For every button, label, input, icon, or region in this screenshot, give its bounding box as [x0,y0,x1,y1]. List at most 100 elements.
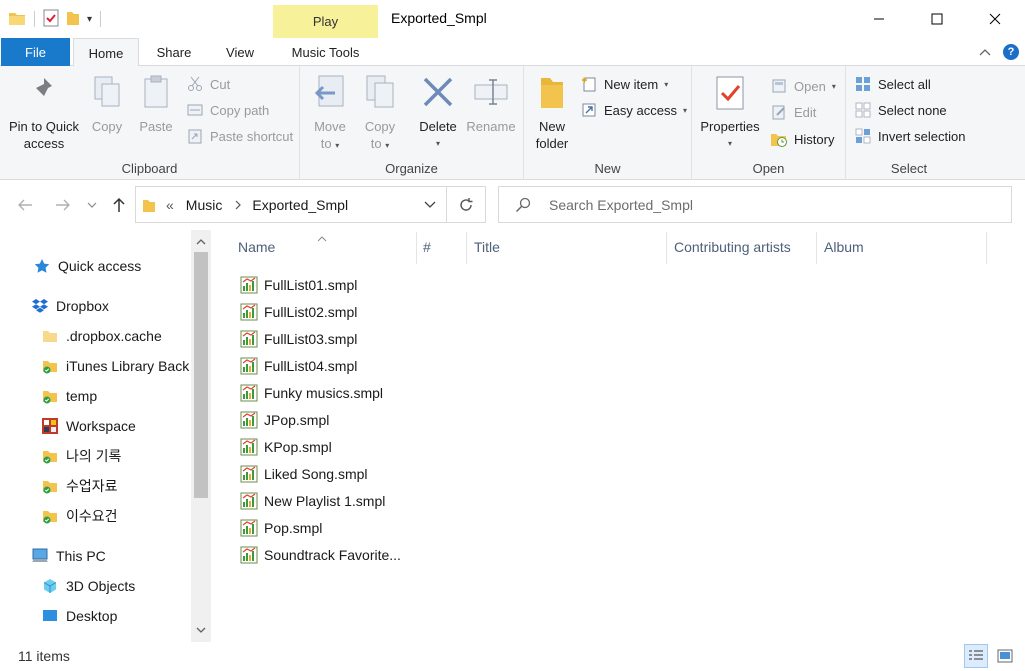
address-overflow[interactable]: « [166,197,174,213]
new-folder-icon [534,72,570,112]
rename-label: Rename [466,119,516,134]
move-to-button[interactable]: Move to ▾ [310,72,350,154]
search-placeholder[interactable]: Search Exported_Smpl [549,197,693,213]
open-label: Open [794,78,826,94]
delete-button[interactable]: Delete ▾ [414,72,462,152]
file-row[interactable]: FullList01.smpl [240,274,357,296]
synced-folder-icon [41,447,59,465]
file-name: New Playlist 1.smpl [264,493,386,509]
column-header-number[interactable]: # [423,230,431,264]
properties-icon[interactable] [43,9,59,30]
select-none-button[interactable]: Select none [854,99,947,121]
nav-dropbox-cache[interactable]: .dropbox.cache [41,327,162,345]
select-all-label: Select all [878,76,931,92]
minimize-button[interactable] [850,0,908,38]
file-row[interactable]: JPop.smpl [240,409,329,431]
close-button[interactable] [966,0,1024,38]
scroll-up-arrow-icon[interactable] [191,232,211,252]
file-row[interactable]: Soundtrack Favorite... [240,544,401,566]
nav-scrollbar[interactable] [191,230,211,642]
group-label-select: Select [890,161,928,176]
column-header-album[interactable]: Album [824,230,864,264]
back-arrow-icon[interactable] [14,194,36,216]
easy-access-button[interactable]: Easy access ▾ [580,99,687,121]
column-divider[interactable] [816,232,817,264]
paste-shortcut-button[interactable]: Paste shortcut [186,125,293,147]
nav-temp[interactable]: temp [41,387,97,405]
details-view-button[interactable] [964,644,988,668]
new-folder-icon[interactable] [65,9,81,30]
cut-button[interactable]: Cut [186,73,230,95]
nav-this-pc[interactable]: This PC [31,547,106,565]
file-row[interactable]: FullList02.smpl [240,301,357,323]
refresh-button[interactable] [446,186,486,223]
address-dropdown-chevron-icon[interactable] [424,201,436,209]
nav-my-records[interactable]: 나의 기록 [41,446,121,466]
new-folder-button[interactable]: New folder [532,72,572,152]
column-divider[interactable] [416,232,417,264]
up-arrow-icon[interactable] [108,194,130,216]
file-row[interactable]: Pop.smpl [240,517,322,539]
properties-button[interactable]: Properties ▾ [698,72,762,152]
sort-ascending-icon [317,230,327,245]
tab-file[interactable]: File [1,38,70,66]
column-header-contributing-artists[interactable]: Contributing artists [674,230,791,264]
tab-view[interactable]: View [212,38,268,66]
help-button[interactable]: ? [1002,42,1020,62]
maximize-button[interactable] [908,0,966,38]
scroll-down-arrow-icon[interactable] [191,620,211,640]
select-all-button[interactable]: Select all [854,73,931,95]
open-button[interactable]: Open ▾ [770,75,836,97]
address-bar[interactable]: « Music Exported_Smpl [135,186,447,223]
rename-button[interactable]: Rename [464,72,518,135]
copy-to-button[interactable]: Copy to ▾ [360,72,400,154]
forward-arrow-icon[interactable] [52,194,74,216]
scrollbar-thumb[interactable] [194,252,208,498]
copy-to-icon [362,72,398,112]
copy-path-button[interactable]: Copy path [186,99,269,121]
nav-itunes-library-backup[interactable]: iTunes Library Back [41,357,189,375]
breadcrumb-music[interactable]: Music [186,197,223,213]
history-button[interactable]: History [770,128,834,150]
ribbon-collapse-chevron-icon[interactable] [976,42,994,62]
contextual-tab-play[interactable]: Play [273,5,378,38]
column-divider[interactable] [986,232,987,264]
breadcrumb-exported-smpl[interactable]: Exported_Smpl [252,197,348,213]
tab-share[interactable]: Share [145,38,203,66]
nav-quick-access[interactable]: Quick access [33,257,141,275]
large-icons-view-button[interactable] [993,644,1017,668]
tab-home[interactable]: Home [73,38,139,67]
nav-3d-objects[interactable]: 3D Objects [41,577,135,595]
pin-quick-access-button[interactable]: Pin to Quick access [6,72,82,152]
file-row[interactable]: New Playlist 1.smpl [240,490,385,512]
column-divider[interactable] [466,232,467,264]
new-item-button[interactable]: New item ▾ [580,73,668,95]
file-row[interactable]: Liked Song.smpl [240,463,368,485]
edit-button[interactable]: Edit [770,101,816,123]
synced-folder-icon [41,477,59,495]
nav-dropbox[interactable]: Dropbox [31,297,109,315]
column-header-title[interactable]: Title [474,230,500,264]
file-row[interactable]: FullList03.smpl [240,328,357,350]
recent-locations-chevron-icon[interactable] [84,194,100,216]
file-name: Soundtrack Favorite... [264,547,401,563]
tab-music-tools[interactable]: Music Tools [273,38,378,66]
customize-qat-icon[interactable]: ▾ [87,14,92,25]
nav-class-materials[interactable]: 수업자료 [41,476,118,496]
nav-workspace[interactable]: Workspace [41,417,136,435]
breadcrumb-separator-icon[interactable] [234,200,242,210]
column-header-name[interactable]: Name [238,230,275,264]
playlist-file-icon [240,465,258,483]
copy-button[interactable]: Copy [86,72,128,135]
paste-button[interactable]: Paste [134,72,178,135]
nav-label: Dropbox [56,298,109,314]
invert-selection-button[interactable]: Invert selection [854,125,965,147]
search-box[interactable]: Search Exported_Smpl [498,186,1012,223]
nav-desktop[interactable]: Desktop [41,607,117,625]
column-divider[interactable] [666,232,667,264]
file-row[interactable]: KPop.smpl [240,436,332,458]
file-name: FullList01.smpl [264,277,358,293]
nav-requirements[interactable]: 이수요건 [41,506,118,526]
file-row[interactable]: FullList04.smpl [240,355,357,377]
file-row[interactable]: Funky musics.smpl [240,382,383,404]
